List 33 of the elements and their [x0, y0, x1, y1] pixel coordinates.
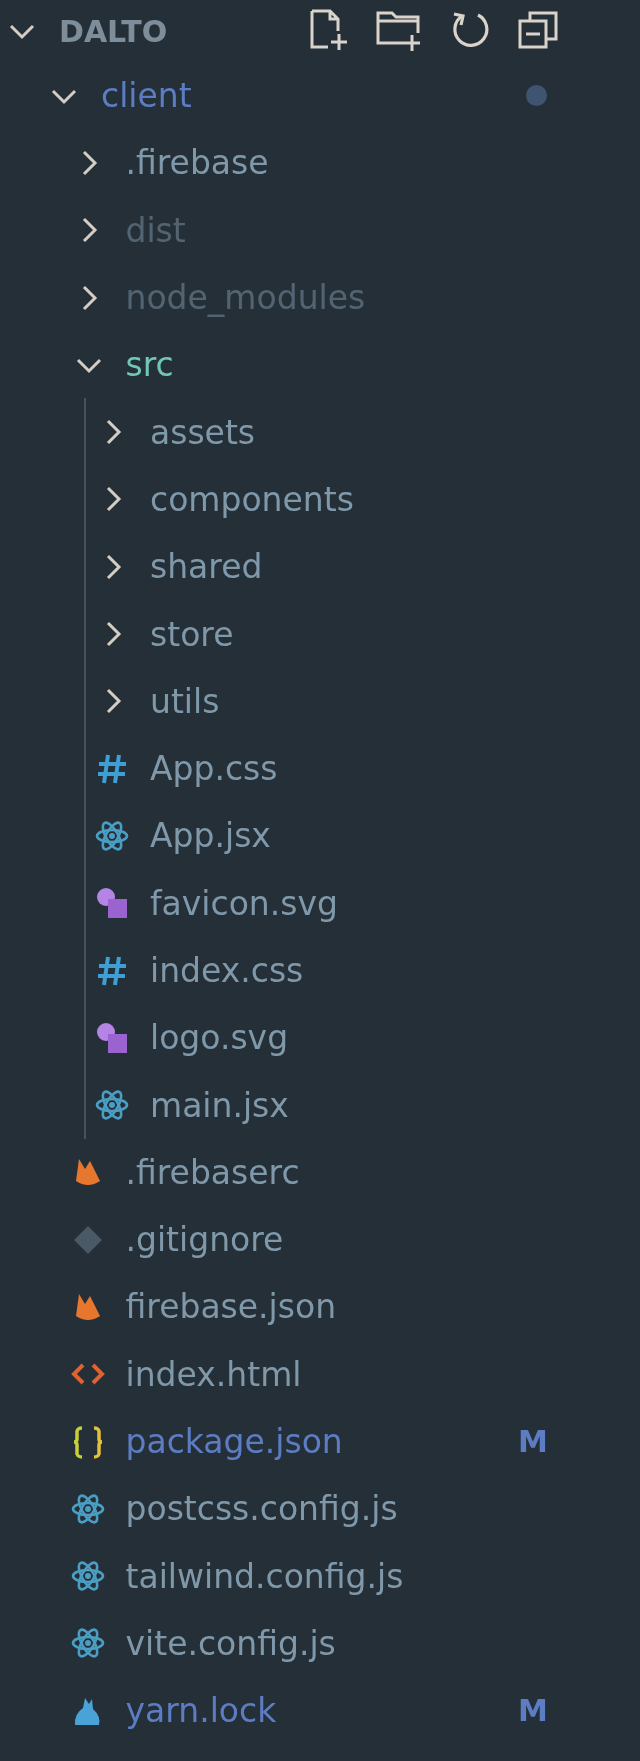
- file-name[interactable]: .firebaserc: [125, 1152, 300, 1192]
- atom-icon: [95, 1088, 129, 1123]
- file-name[interactable]: App.css: [150, 749, 278, 789]
- folder-name[interactable]: client: [101, 76, 192, 116]
- file-name[interactable]: index.css: [150, 951, 304, 990]
- file-name[interactable]: postcss.config.js: [125, 1489, 398, 1529]
- folder-name[interactable]: .firebase: [125, 143, 269, 183]
- file-name[interactable]: App.jsx: [150, 816, 271, 856]
- folder-name[interactable]: store: [150, 614, 234, 654]
- file-name[interactable]: package.json: [125, 1422, 343, 1462]
- file-name[interactable]: main.jsx: [150, 1085, 289, 1125]
- atom-icon: [95, 818, 129, 853]
- modified-status: M: [518, 1424, 548, 1460]
- file-name[interactable]: vite.config.js: [125, 1623, 336, 1663]
- file-name[interactable]: index.html: [125, 1354, 302, 1394]
- atom-icon: [70, 1491, 105, 1526]
- shapes-icon: [95, 1020, 129, 1055]
- file-name[interactable]: yarn.lock: [125, 1691, 277, 1731]
- atom-icon: [70, 1559, 105, 1594]
- folder-name[interactable]: assets: [150, 412, 256, 452]
- modified-status: M: [518, 1693, 548, 1729]
- folder-name[interactable]: utils: [150, 681, 220, 721]
- folder-name[interactable]: src: [125, 345, 174, 385]
- section-title[interactable]: DALTO: [59, 13, 168, 49]
- folder-name[interactable]: components: [150, 479, 354, 519]
- file-name[interactable]: firebase.json: [125, 1287, 337, 1327]
- folder-name[interactable]: shared: [150, 547, 263, 587]
- file-name[interactable]: .gitignore: [125, 1220, 284, 1260]
- file-name[interactable]: tailwind.config.js: [125, 1556, 404, 1596]
- atom-icon: [70, 1626, 105, 1661]
- shapes-icon: [95, 886, 129, 921]
- file-name[interactable]: logo.svg: [150, 1018, 289, 1058]
- file-name[interactable]: favicon.svg: [150, 883, 338, 923]
